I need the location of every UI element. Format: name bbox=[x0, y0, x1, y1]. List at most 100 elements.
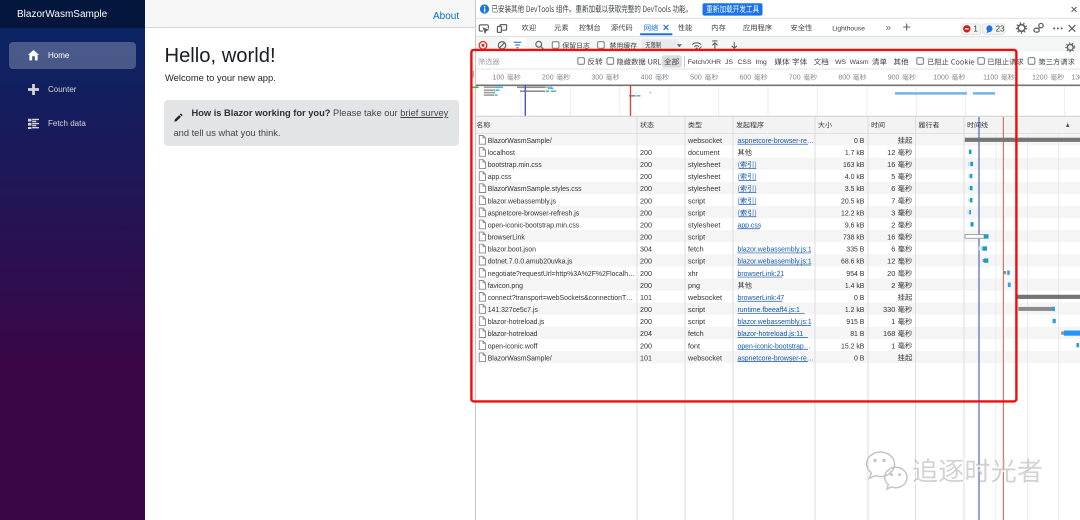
svg-text:browserLink:47: browserLink:47 bbox=[738, 295, 785, 302]
svg-text:6: 6 bbox=[891, 184, 895, 193]
svg-text:png: png bbox=[688, 281, 700, 290]
svg-text:1.2 kB: 1.2 kB bbox=[845, 307, 865, 314]
svg-text:1000: 1000 bbox=[933, 75, 949, 82]
svg-text:16: 16 bbox=[887, 233, 895, 242]
svg-text:163 kB: 163 kB bbox=[843, 162, 865, 169]
svg-text:600: 600 bbox=[740, 75, 752, 82]
svg-text:23: 23 bbox=[996, 25, 1005, 34]
svg-text:open-iconic.woff: open-iconic.woff bbox=[488, 343, 538, 350]
svg-text:stylesheet: stylesheet bbox=[688, 184, 720, 193]
svg-text:101: 101 bbox=[640, 293, 652, 302]
svg-text:300: 300 bbox=[591, 75, 603, 82]
svg-text:1: 1 bbox=[973, 25, 978, 34]
svg-text:200: 200 bbox=[640, 184, 652, 193]
svg-text:200: 200 bbox=[640, 196, 652, 205]
svg-text:script: script bbox=[688, 257, 705, 266]
svg-text:Lighthouse: Lighthouse bbox=[832, 25, 865, 32]
svg-text:6: 6 bbox=[891, 245, 895, 254]
svg-text:7: 7 bbox=[891, 196, 895, 205]
svg-text:9.6 kB: 9.6 kB bbox=[845, 223, 865, 230]
svg-text:font: font bbox=[688, 341, 700, 350]
svg-text:Wasm: Wasm bbox=[850, 59, 869, 66]
svg-text:200: 200 bbox=[640, 281, 652, 290]
svg-text:200: 200 bbox=[640, 257, 652, 266]
svg-text:200: 200 bbox=[640, 221, 652, 230]
svg-text:81 B: 81 B bbox=[850, 331, 865, 338]
svg-text:1.4 kB: 1.4 kB bbox=[845, 283, 865, 290]
svg-text:500: 500 bbox=[690, 75, 702, 82]
svg-text:335 B: 335 B bbox=[846, 247, 864, 254]
svg-text:WS: WS bbox=[835, 59, 846, 66]
svg-text:2: 2 bbox=[891, 281, 895, 290]
svg-text:negotiate?requestUrl=http%3A%2: negotiate?requestUrl=http%3A%2F%2Flocalh… bbox=[488, 271, 635, 278]
svg-text:16: 16 bbox=[887, 160, 895, 169]
svg-text:stylesheet: stylesheet bbox=[688, 221, 720, 230]
svg-text:141.327ce5c7.js: 141.327ce5c7.js bbox=[488, 307, 539, 314]
svg-text:20.5 kB: 20.5 kB bbox=[841, 198, 865, 205]
svg-text:200: 200 bbox=[640, 208, 652, 217]
svg-text:blazor.webassembly.js:1: blazor.webassembly.js:1 bbox=[738, 247, 812, 254]
svg-text:2: 2 bbox=[891, 221, 895, 230]
svg-text:800: 800 bbox=[838, 75, 850, 82]
svg-text:favicon.png: favicon.png bbox=[488, 283, 523, 290]
svg-text:blazor-hotreload.js: blazor-hotreload.js bbox=[488, 319, 545, 326]
svg-text:localhost: localhost bbox=[488, 150, 515, 157]
svg-text:script: script bbox=[688, 317, 705, 326]
svg-text:12: 12 bbox=[887, 148, 895, 157]
svg-text:15.2 kB: 15.2 kB bbox=[841, 343, 865, 350]
svg-text:68.6 kB: 68.6 kB bbox=[841, 259, 865, 266]
svg-text:document: document bbox=[688, 148, 720, 157]
svg-text:1100: 1100 bbox=[983, 75, 998, 82]
svg-text:script: script bbox=[688, 305, 705, 314]
svg-text:browserLink: browserLink bbox=[488, 235, 526, 242]
svg-text:Fetch/XHR: Fetch/XHR bbox=[688, 59, 721, 66]
svg-text:12.2 kB: 12.2 kB bbox=[841, 210, 865, 217]
svg-text:200: 200 bbox=[640, 148, 652, 157]
svg-text:1.7 kB: 1.7 kB bbox=[845, 150, 865, 157]
svg-text:fetch: fetch bbox=[688, 245, 704, 254]
svg-text:4.0 kB: 4.0 kB bbox=[845, 174, 865, 181]
svg-text:stylesheet: stylesheet bbox=[688, 172, 720, 181]
svg-text:open-iconic-bootstrap.min.css: open-iconic-bootstrap.min.css bbox=[488, 223, 580, 230]
svg-text:stylesheet: stylesheet bbox=[688, 160, 720, 169]
svg-text:0 B: 0 B bbox=[854, 138, 865, 145]
svg-text:200: 200 bbox=[640, 305, 652, 314]
svg-text:0 B: 0 B bbox=[854, 355, 865, 362]
svg-text:blazor.boot.json: blazor.boot.json bbox=[488, 247, 536, 254]
svg-text:738 kB: 738 kB bbox=[843, 235, 865, 242]
svg-text:101: 101 bbox=[640, 353, 652, 362]
svg-text:blazor-hotreload: blazor-hotreload bbox=[488, 331, 538, 338]
svg-text:fetch: fetch bbox=[688, 329, 704, 338]
svg-text:websocket: websocket bbox=[687, 353, 722, 362]
svg-text:700: 700 bbox=[789, 75, 801, 82]
svg-text:0 B: 0 B bbox=[854, 295, 865, 302]
svg-text:BlazorWasmSample/: BlazorWasmSample/ bbox=[488, 355, 552, 362]
svg-text:xhr: xhr bbox=[688, 269, 699, 278]
svg-text:dotnet.7.0.0.amub20uvka.js: dotnet.7.0.0.amub20uvka.js bbox=[488, 259, 573, 266]
svg-text:168: 168 bbox=[883, 329, 895, 338]
svg-text:200: 200 bbox=[542, 75, 554, 82]
svg-text:954 B: 954 B bbox=[846, 271, 864, 278]
svg-text:JS: JS bbox=[725, 59, 733, 66]
svg-text:1200: 1200 bbox=[1032, 75, 1048, 82]
svg-text:1: 1 bbox=[891, 317, 895, 326]
svg-text:204: 204 bbox=[640, 329, 652, 338]
svg-text:1300: 1300 bbox=[1072, 75, 1080, 82]
svg-text:200: 200 bbox=[640, 269, 652, 278]
svg-text:200: 200 bbox=[640, 233, 652, 242]
svg-text:bootstrap.min.css: bootstrap.min.css bbox=[488, 162, 543, 169]
svg-text:script: script bbox=[688, 208, 705, 217]
svg-text:200: 200 bbox=[640, 172, 652, 181]
svg-text:100: 100 bbox=[493, 75, 505, 82]
svg-text:400: 400 bbox=[641, 75, 653, 82]
svg-text:12: 12 bbox=[887, 257, 895, 266]
svg-text:BlazorWasmSample.styles.css: BlazorWasmSample.styles.css bbox=[488, 186, 582, 193]
svg-text:app.css: app.css bbox=[488, 174, 512, 181]
svg-text:blazor.webassembly.js: blazor.webassembly.js bbox=[488, 198, 557, 205]
svg-text:Img: Img bbox=[756, 59, 768, 66]
svg-text:915 B: 915 B bbox=[846, 319, 864, 326]
svg-text:5: 5 bbox=[891, 172, 895, 181]
svg-text:304: 304 bbox=[640, 245, 652, 254]
svg-text:aspnetcore-browser-re…: aspnetcore-browser-re… bbox=[738, 355, 814, 362]
svg-text:3.5 kB: 3.5 kB bbox=[845, 186, 865, 193]
